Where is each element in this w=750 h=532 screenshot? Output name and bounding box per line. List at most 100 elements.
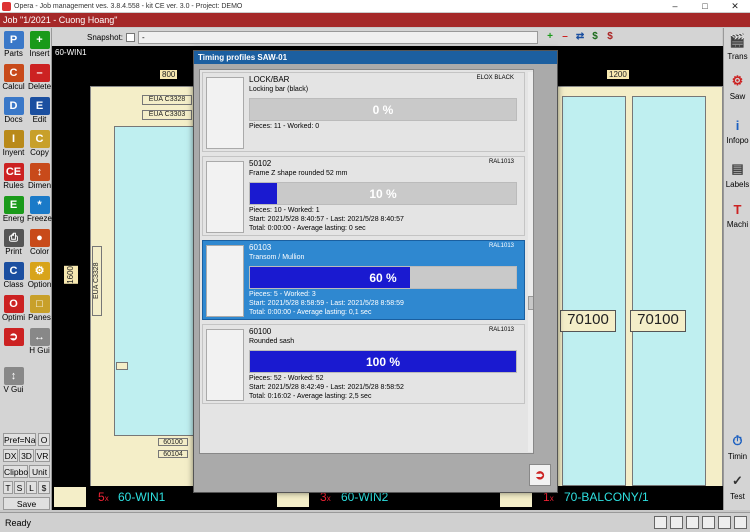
toolbar-label: Panes [28,313,51,322]
calcul-button[interactable]: C Calcul [1,63,26,93]
exit-dialog-button[interactable]: ➲ [529,464,551,486]
price-icon[interactable]: $ [589,31,601,43]
glass-pane-r1[interactable] [562,96,626,486]
profile-code: 60100 [249,327,272,336]
progress-bar: 10 % [249,182,517,205]
progress-percent: 10 % [369,187,397,201]
profile-row[interactable]: 50102 RAL1013 Frame Z shape rounded 52 mm 1… [202,156,525,236]
rules-button[interactable]: CE Rules [1,162,26,192]
total-text: Total: 0:16:02 - Average lasting: 2,5 se… [249,393,372,400]
copy-button[interactable]: C Copy [27,129,52,159]
class-button[interactable]: C Class [1,261,26,291]
status-icon-1[interactable] [654,516,667,529]
progress-bar: 60 % [249,266,517,289]
option-button[interactable]: ⚙ Option [27,261,52,291]
vr-button[interactable]: VR [35,449,50,462]
status-icon-4[interactable] [702,516,715,529]
energ-button[interactable]: E Energ [1,195,26,225]
print-icon: ⎙ [3,229,24,247]
dollar-button[interactable]: $ [38,481,50,494]
scrollbar[interactable] [528,72,533,452]
snapshot-label: Snapshot: [87,32,124,42]
inventory-icon: I [3,130,24,148]
t-button[interactable]: T [3,481,13,494]
add-snapshot-icon[interactable]: + [544,31,556,43]
profile-color: RAL1013 [488,327,514,333]
o-button[interactable]: O [38,433,50,446]
toolbar-label: Freeze [27,214,52,223]
close-icon[interactable]: ✕ [720,0,750,12]
status-icon-5[interactable] [718,516,731,529]
toolbar-label: Infopo [726,136,749,145]
handle-icon [116,362,128,370]
saw-icon: ⚙ [731,73,744,88]
pref-button[interactable]: Pref=Na [3,433,36,446]
inyent-button[interactable]: I Inyent [1,129,26,159]
freeze-button[interactable]: * Freeze [27,195,52,225]
window-thumb[interactable] [54,487,86,507]
docs-button[interactable]: D Docs [1,96,26,126]
toolbar-label: Calcul [2,82,25,91]
labels-button[interactable]: ▤ Labels [725,158,750,192]
snapshot-select[interactable]: - [138,30,539,44]
insert-button[interactable]: + Insert [27,30,52,60]
window-item-name[interactable]: 60-WIN1 [118,490,165,504]
start-text: Start: 2021/5/28 8:40:57 - Last: 2021/5/… [249,216,404,223]
maximize-icon[interactable]: □ [690,0,720,12]
trans-button[interactable]: 🎬 Trans [725,30,750,64]
swap-snapshot-icon[interactable]: ⇄ [574,31,586,43]
machi-button[interactable]: T Machi [725,198,750,232]
snapshot-checkbox[interactable] [126,32,136,42]
pieces-text: Pieces: 11 - Worked: 0 [249,123,320,130]
test-button[interactable]: ✓ Test [725,470,750,504]
panes-button[interactable]: □ Panes [27,294,52,324]
toolbar-label: Machi [726,220,749,229]
h-gui-button[interactable]: ↔ H Gui [27,327,52,357]
trans-icon: 🎬 [729,33,746,48]
color-button[interactable]: ● Color [27,228,52,258]
minimize-icon[interactable]: – [660,0,690,12]
snapshot-bar: Snapshot: - + – ⇄ $ $ [52,28,722,46]
remove-snapshot-icon[interactable]: – [559,31,571,43]
dx-button[interactable]: DX [3,449,18,462]
3d-button[interactable]: 3D [19,449,34,462]
parts-icon: P [3,31,24,49]
toolbar-label: Docs [4,115,23,124]
profile-list[interactable]: LOCK/BAR ELOX BLACK Locking bar (black) 0 %… [199,69,534,454]
dimen-button[interactable]: ↕ Dimen [27,162,52,192]
status-icon-2[interactable] [670,516,683,529]
profile-code: 50102 [249,159,272,168]
parts-button[interactable]: P Parts [1,30,26,60]
scroll-thumb[interactable] [528,296,533,310]
pieces-text: Pieces: 5 - Worked: 3 [249,291,316,298]
window-item-name[interactable]: 70-BALCONY/1 [564,490,649,504]
profile-row[interactable]: 60103 RAL1013 Transom / Mullion 60 % Pieces:… [202,240,525,320]
print-button[interactable]: ⎙ Print [1,228,26,258]
status-icon-3[interactable] [686,516,699,529]
unit-button[interactable]: Unit [29,465,50,478]
profile-row[interactable]: LOCK/BAR ELOX BLACK Locking bar (black) 0 %… [202,72,525,152]
status-icon-6[interactable] [734,516,747,529]
s-button[interactable]: S [14,481,25,494]
v-gui-button[interactable]: ↕ V Gui [1,366,26,396]
saw-button[interactable]: ⚙ Saw [725,70,750,104]
save-button[interactable]: Save [3,497,50,510]
exit-button[interactable]: ➲ [1,327,26,357]
timer-icon: ⏱ [732,433,743,448]
delete-button[interactable]: – Delete [27,63,52,93]
toolbar-label: Inyent [2,148,25,157]
minus-icon: – [29,64,50,82]
glass-pane-r2[interactable] [632,96,706,486]
exit-icon: ➲ [534,467,546,482]
optimi-button[interactable]: O Optimi [1,294,26,324]
copy-icon: C [29,130,50,148]
timin-button[interactable]: ⏱ Timin [725,430,750,464]
profile-row[interactable]: 60100 RAL1013 Rounded sash 100 % Pieces: 52 … [202,324,525,404]
width-dimension-right: 1200 [607,70,629,79]
edit-button[interactable]: E Edit [27,96,52,126]
infopo-button[interactable]: i Infopo [725,114,750,148]
toolbar-label: Saw [729,92,746,101]
price-off-icon[interactable]: $ [604,31,616,43]
l-button[interactable]: L [26,481,37,494]
clipboard-button[interactable]: Clipbo [3,465,28,478]
